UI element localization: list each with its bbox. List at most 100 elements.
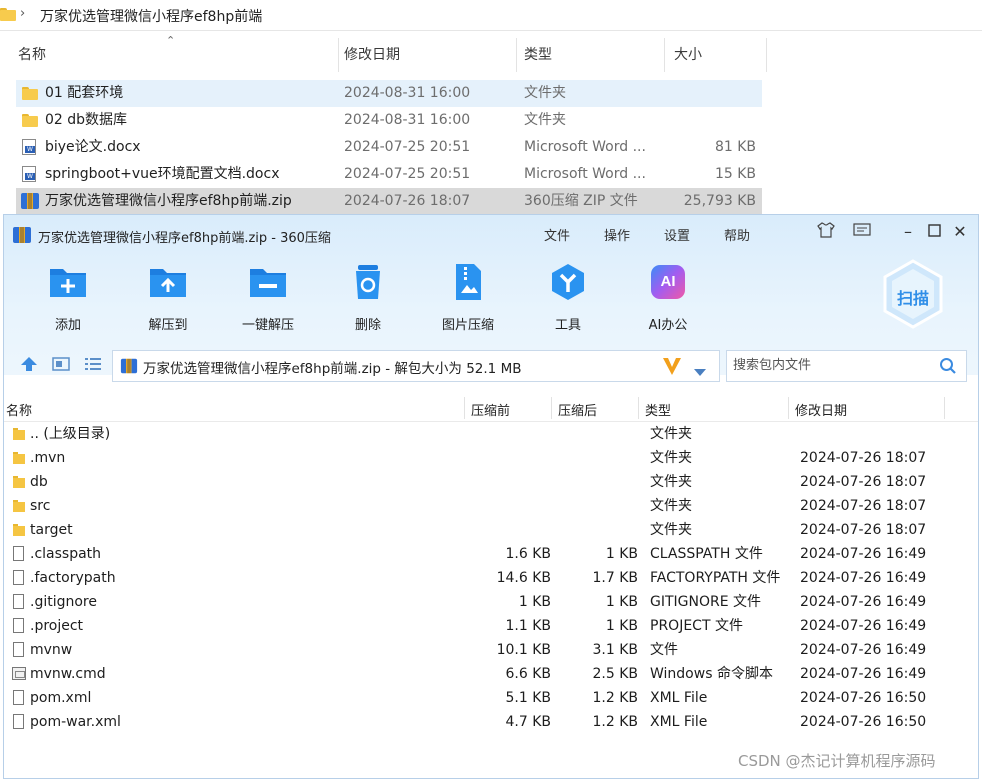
search-input[interactable]	[731, 357, 935, 374]
add-button-label: 添加	[54, 318, 81, 333]
list-item[interactable]: 万家优选管理微信小程序ef8hp前端.zip 2024-07-26 18:07 …	[16, 188, 762, 215]
table-row[interactable]: mvnw 10.1 KB 3.1 KB 文件 2024-07-26 16:49	[4, 638, 978, 662]
search-icon[interactable]	[939, 357, 957, 379]
compressed-size: 2.5 KB	[592, 666, 639, 682]
column-divider[interactable]	[944, 397, 945, 419]
column-divider[interactable]	[788, 397, 789, 419]
column-header-date[interactable]: 修改日期	[344, 38, 517, 72]
delete-button[interactable]: 删除	[328, 263, 408, 333]
original-size: 6.6 KB	[505, 666, 552, 682]
table-row[interactable]: mvnw.cmd 6.6 KB 2.5 KB Windows 命令脚本 2024-07-…	[4, 662, 978, 686]
menu-settings[interactable]: 设置	[664, 225, 690, 244]
table-row[interactable]: .project 1.1 KB 1 KB PROJECT 文件 2024-07-26 1…	[4, 614, 978, 638]
column-header-type[interactable]: 类型	[524, 38, 665, 72]
cmd-script-icon	[12, 667, 26, 680]
file-icon	[13, 594, 24, 609]
file-date: 2024-07-25 20:51	[344, 139, 471, 155]
file-icon	[13, 546, 24, 561]
file-type: 文件	[650, 642, 678, 658]
modified-date: 2024-07-26 16:49	[800, 642, 927, 658]
modified-date: 2024-07-26 18:07	[800, 522, 927, 538]
column-divider[interactable]	[638, 397, 639, 419]
column-divider[interactable]	[464, 397, 465, 419]
word-doc-icon: W	[22, 139, 36, 155]
column-header-name[interactable]: 名称	[6, 400, 32, 419]
ai-office-button[interactable]: AI AI办公	[628, 263, 708, 333]
skin-icon[interactable]	[816, 222, 836, 242]
address-bar[interactable]: › 万家优选管理微信小程序ef8hp前端	[0, 0, 982, 31]
table-row[interactable]: .mvn 文件夹 2024-07-26 18:07	[4, 446, 978, 470]
list-item[interactable]: 02 db数据库 2024-08-31 16:00 文件夹	[16, 107, 762, 134]
modified-date: 2024-07-26 18:07	[800, 498, 927, 514]
file-name: pom-war.xml	[30, 714, 121, 730]
list-view-icon[interactable]	[84, 356, 102, 372]
file-name: mvnw.cmd	[30, 666, 106, 682]
list-item[interactable]: W springboot+vue环境配置文档.docx 2024-07-25 2…	[16, 161, 762, 188]
tools-button[interactable]: 工具	[528, 263, 608, 333]
column-header-type[interactable]: 类型	[645, 400, 671, 419]
file-name: .factorypath	[30, 570, 116, 586]
modified-date: 2024-07-26 16:49	[800, 546, 927, 562]
column-header-original-size[interactable]: 压缩前	[471, 400, 510, 419]
close-icon[interactable]: ✕	[950, 222, 970, 241]
file-icon	[13, 714, 24, 729]
maximize-icon[interactable]	[924, 222, 944, 241]
file-type: 文件夹	[650, 498, 692, 514]
up-arrow-icon[interactable]	[20, 356, 38, 372]
original-size: 1 KB	[518, 594, 551, 610]
list-item[interactable]: 01 配套环境 2024-08-31 16:00 文件夹	[16, 80, 762, 107]
chevron-down-icon[interactable]	[693, 362, 707, 381]
column-header-compressed-size[interactable]: 压缩后	[558, 400, 597, 419]
extract-to-button[interactable]: 解压到	[128, 263, 208, 333]
archive-path-field[interactable]: 万家优选管理微信小程序ef8hp前端.zip - 解包大小为 52.1 MB	[112, 350, 720, 382]
table-row[interactable]: .classpath 1.6 KB 1 KB CLASSPATH 文件 2024-07-…	[4, 542, 978, 566]
compressed-size: 1 KB	[605, 618, 638, 634]
original-size: 5.1 KB	[505, 690, 552, 706]
column-divider[interactable]	[551, 397, 552, 419]
feedback-icon[interactable]	[852, 222, 872, 242]
table-row[interactable]: .. (上级目录) 文件夹	[4, 422, 978, 446]
folder-icon	[13, 500, 25, 512]
file-date: 2024-07-26 18:07	[344, 193, 471, 209]
search-field[interactable]	[726, 350, 967, 382]
column-header-name[interactable]: 名称	[16, 38, 339, 72]
file-name: .project	[30, 618, 84, 634]
table-row[interactable]: .factorypath 14.6 KB 1.7 KB FACTORYPATH 文件 2…	[4, 566, 978, 590]
compressed-size: 1.7 KB	[592, 570, 639, 586]
file-type: XML File	[650, 690, 708, 706]
file-size: 81 KB	[714, 139, 756, 155]
add-button[interactable]: 添加	[28, 263, 108, 333]
ai-office-label: AI办公	[648, 318, 688, 333]
table-row[interactable]: pom.xml 5.1 KB 1.2 KB XML File 2024-07-26 16…	[4, 686, 978, 710]
compressed-size: 1 KB	[605, 546, 638, 562]
table-row[interactable]: pom-war.xml 4.7 KB 1.2 KB XML File 2024-07-2…	[4, 710, 978, 734]
column-header-size[interactable]: 大小	[674, 38, 767, 72]
chevron-right-icon[interactable]: ›	[20, 6, 25, 21]
column-header-modified[interactable]: 修改日期	[795, 400, 847, 419]
file-name: mvnw	[30, 642, 73, 658]
minimize-icon[interactable]: –	[898, 222, 918, 241]
file-name: .classpath	[30, 546, 102, 562]
breadcrumb[interactable]: 万家优选管理微信小程序ef8hp前端	[40, 6, 262, 26]
file-type: 文件夹	[650, 426, 692, 442]
thumbnail-view-icon[interactable]	[52, 356, 70, 372]
file-name: target	[30, 522, 73, 538]
original-size: 4.7 KB	[505, 714, 552, 730]
modified-date: 2024-07-26 18:07	[800, 474, 927, 490]
file-type: Microsoft Word ...	[524, 166, 646, 182]
quick-extract-button[interactable]: 一键解压	[228, 263, 308, 333]
file-type: 文件夹	[650, 474, 692, 490]
list-item[interactable]: W biye论文.docx 2024-07-25 20:51 Microsoft…	[16, 134, 762, 161]
v-logo-icon[interactable]	[661, 355, 683, 381]
scan-button[interactable]: 扫描	[882, 259, 944, 329]
table-row[interactable]: db 文件夹 2024-07-26 18:07	[4, 470, 978, 494]
menu-operation[interactable]: 操作	[604, 225, 630, 244]
table-row[interactable]: .gitignore 1 KB 1 KB GITIGNORE 文件 2024-07-26…	[4, 590, 978, 614]
table-row[interactable]: target 文件夹 2024-07-26 18:07	[4, 518, 978, 542]
file-type: XML File	[650, 714, 708, 730]
menu-help[interactable]: 帮助	[724, 225, 750, 244]
folder-icon	[13, 524, 25, 536]
menu-file[interactable]: 文件	[544, 225, 570, 244]
table-row[interactable]: src 文件夹 2024-07-26 18:07	[4, 494, 978, 518]
image-compress-button[interactable]: 图片压缩	[428, 263, 508, 333]
